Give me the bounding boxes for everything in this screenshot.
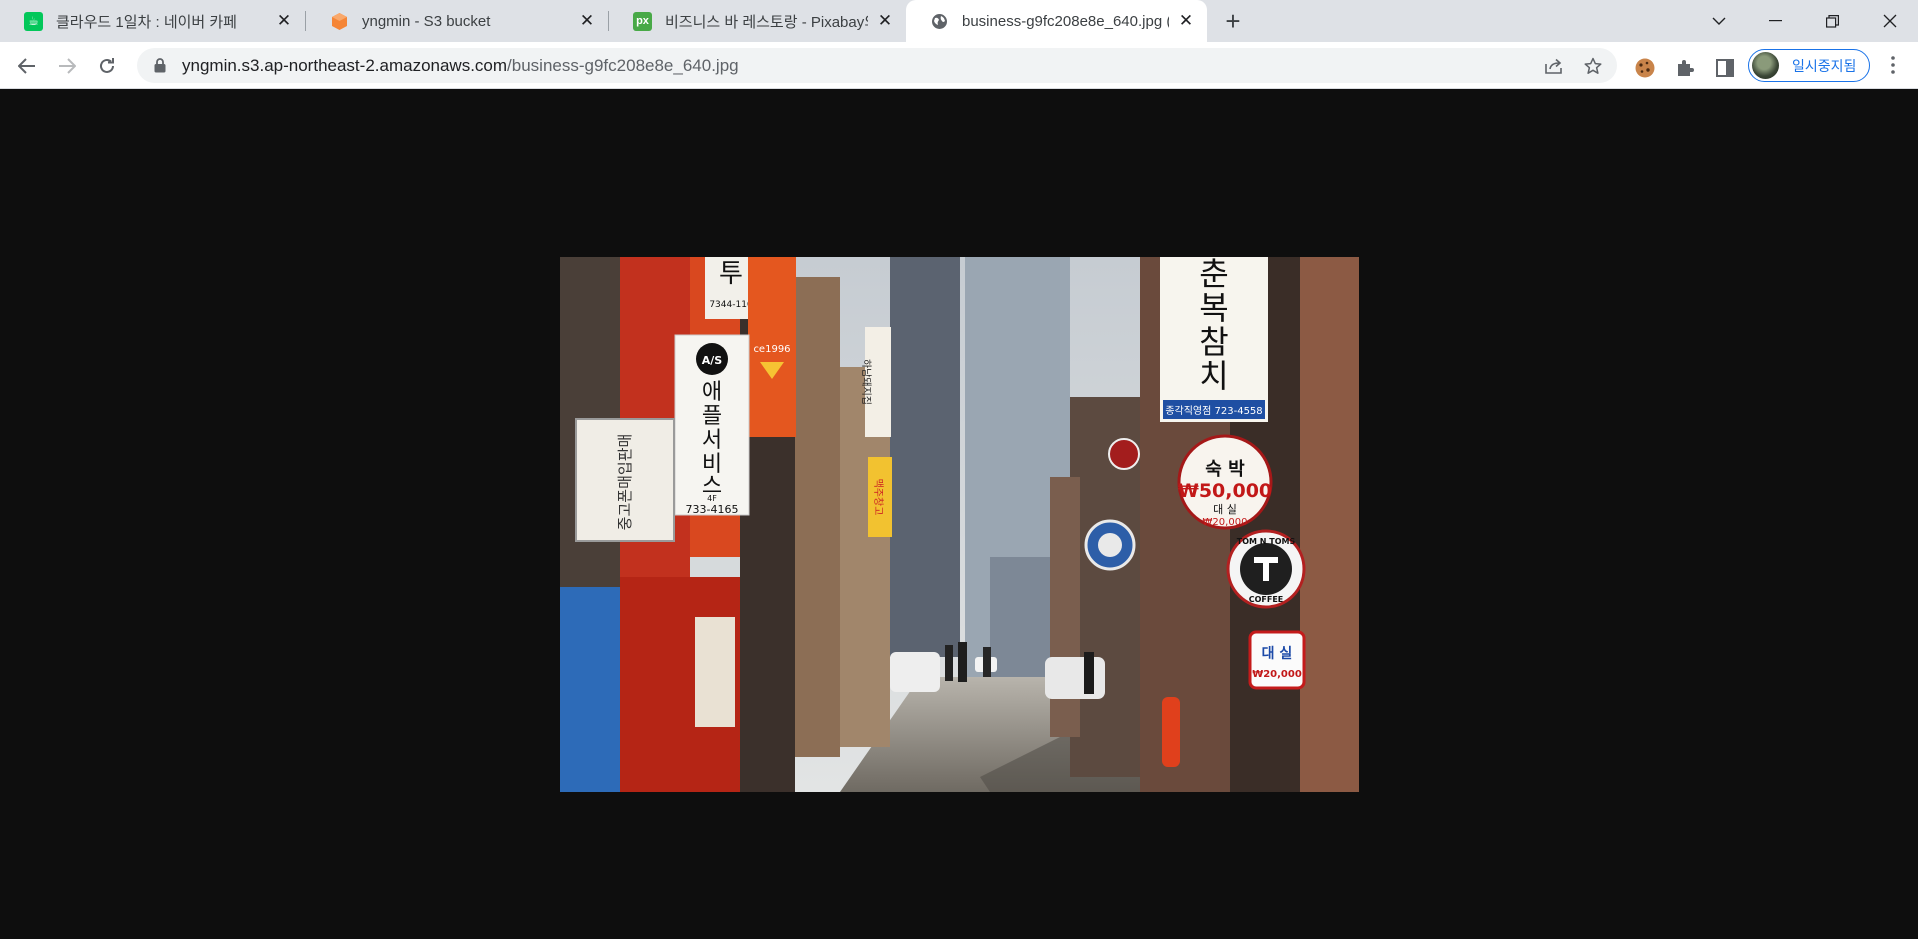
svg-text:플: 플 — [702, 404, 722, 429]
svg-text:733-4165: 733-4165 — [686, 503, 739, 516]
close-icon[interactable]: ✕ — [576, 10, 598, 32]
svg-text:맥주창고: 맥주창고 — [872, 479, 884, 516]
bookmark-star-icon[interactable] — [1580, 53, 1606, 79]
sign-text: 중고폰매입판매 — [616, 434, 634, 531]
tab-s3-bucket[interactable]: yngmin - S3 bucket ✕ — [306, 0, 608, 42]
address-bar[interactable]: yngmin.s3.ap-northeast-2.amazonaws.com/b… — [137, 48, 1617, 83]
reload-button[interactable] — [92, 51, 122, 81]
tab-business-image[interactable]: business-g9fc208e8e_640.jpg (6 ✕ — [906, 0, 1207, 42]
svg-text:4F: 4F — [707, 494, 717, 503]
svg-text:₩20,000: ₩20,000 — [1203, 517, 1248, 528]
side-panel-icon[interactable] — [1712, 55, 1738, 81]
svg-text:애: 애 — [702, 380, 722, 405]
pixabay-icon: px — [633, 11, 652, 31]
arrow-left-icon — [18, 58, 35, 74]
url-text: yngmin.s3.ap-northeast-2.amazonaws.com/b… — [182, 56, 739, 76]
naver-cafe-icon: ☕ — [24, 11, 43, 31]
svg-text:참: 참 — [1199, 323, 1228, 361]
restore-button[interactable] — [1804, 0, 1861, 42]
tab-title: 클라우드 1일차 : 네이버 카페 — [56, 13, 237, 31]
svg-text:₩50,000: ₩50,000 — [1178, 480, 1272, 502]
profile-status-label: 일시중지됨 — [1792, 57, 1857, 74]
share-icon[interactable] — [1541, 53, 1567, 79]
close-window-button[interactable] — [1861, 0, 1918, 42]
svg-text:대 실: 대 실 — [1213, 503, 1237, 516]
tab-title: 비즈니스 바 레스토랑 - Pixabay의 — [665, 13, 868, 31]
arrow-right-icon — [59, 58, 76, 74]
tab-strip: ☕ 클라우드 1일차 : 네이버 카페 ✕ yngmin - S3 bucket… — [0, 0, 1918, 42]
restore-icon — [1826, 14, 1839, 28]
sign-text: 7344-116 — [709, 300, 753, 310]
url-host: yngmin.s3.ap-northeast-2.amazonaws.com — [182, 55, 508, 75]
window-controls — [1690, 0, 1918, 42]
chevron-down-icon — [1712, 17, 1725, 25]
new-tab-button[interactable]: + — [1218, 6, 1248, 36]
menu-kebab-icon[interactable] — [1880, 52, 1906, 78]
tab-title: business-g9fc208e8e_640.jpg (6 — [962, 12, 1169, 30]
aws-s3-icon — [330, 12, 349, 31]
tab-search-button[interactable] — [1690, 0, 1747, 42]
back-button[interactable] — [12, 51, 42, 81]
svg-text:하남돼지집: 하남돼지집 — [860, 359, 873, 405]
close-icon[interactable]: ✕ — [273, 10, 295, 32]
tab-pixabay[interactable]: px 비즈니스 바 레스토랑 - Pixabay의 ✕ — [609, 0, 906, 42]
svg-text:대 실: 대 실 — [1262, 646, 1293, 662]
street-photo[interactable]: 투 7344-116 ce1996 A/S 애 플 서 비 스 4F 733-4… — [560, 257, 1359, 792]
close-icon[interactable]: ✕ — [874, 10, 896, 32]
svg-text:복: 복 — [1199, 289, 1228, 327]
sign-text: A/S — [702, 354, 723, 367]
sign-text: ce1996 — [753, 344, 790, 355]
svg-text:투: 투 — [719, 259, 743, 289]
svg-text:치: 치 — [1199, 357, 1228, 395]
minimize-icon — [1769, 20, 1782, 22]
browser-toolbar: yngmin.s3.ap-northeast-2.amazonaws.com/b… — [0, 42, 1918, 89]
tab-title: yngmin - S3 bucket — [362, 12, 491, 30]
svg-text:춘: 춘 — [1199, 257, 1228, 293]
minimize-button[interactable] — [1747, 0, 1804, 42]
reload-icon — [100, 58, 114, 73]
tab-naver-cafe[interactable]: ☕ 클라우드 1일차 : 네이버 카페 ✕ — [0, 0, 305, 42]
svg-text:숙 박: 숙 박 — [1205, 459, 1245, 480]
street-scene-illustration: 투 7344-116 ce1996 A/S 애 플 서 비 스 4F 733-4… — [560, 257, 1359, 792]
svg-text:₩20,000: ₩20,000 — [1252, 669, 1302, 680]
forward-button[interactable] — [52, 51, 82, 81]
svg-text:서: 서 — [702, 428, 722, 453]
extensions-puzzle-icon[interactable] — [1672, 55, 1698, 81]
image-viewer: 투 7344-116 ce1996 A/S 애 플 서 비 스 4F 733-4… — [0, 89, 1918, 939]
avatar — [1752, 52, 1779, 79]
profile-button[interactable]: 일시중지됨 — [1748, 49, 1870, 82]
cookie-extension-icon[interactable] — [1632, 55, 1658, 81]
lock-icon[interactable] — [152, 58, 168, 74]
url-path: /business-g9fc208e8e_640.jpg — [507, 55, 739, 75]
globe-icon — [930, 12, 949, 31]
close-icon — [1883, 14, 1896, 28]
svg-text:COFFEE: COFFEE — [1249, 595, 1284, 604]
close-icon[interactable]: ✕ — [1175, 10, 1197, 32]
svg-text:종각직영점 723-4558: 종각직영점 723-4558 — [1165, 405, 1262, 417]
svg-text:TOM N TOMS: TOM N TOMS — [1237, 537, 1296, 546]
